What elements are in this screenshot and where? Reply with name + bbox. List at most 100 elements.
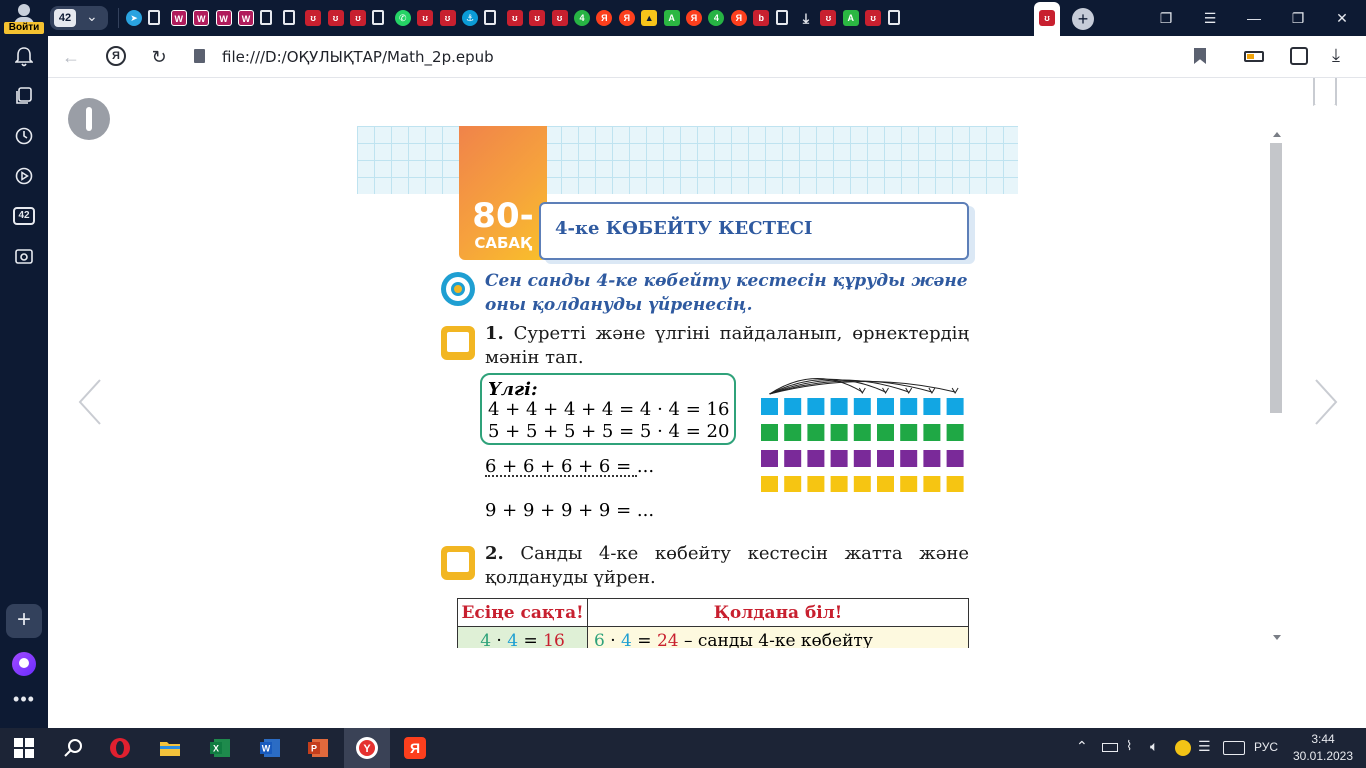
arrow-head (928, 387, 936, 394)
red-tab-icon[interactable]: ʊ (327, 10, 344, 26)
pink-tab-icon[interactable]: W (193, 10, 210, 26)
screenshot-icon[interactable] (13, 245, 35, 267)
doc-tab-icon[interactable] (775, 10, 788, 25)
excel-icon[interactable]: X (208, 736, 232, 760)
windows-start-icon[interactable] (14, 738, 34, 758)
add-panel-button[interactable]: + (6, 604, 42, 638)
chevron-up-icon[interactable]: ⌃ (1076, 738, 1088, 755)
clock-time[interactable]: 3:44 (1290, 732, 1356, 746)
minimize-button[interactable]: — (1244, 8, 1264, 28)
video-play-icon[interactable] (13, 165, 35, 187)
doc-tab-icon[interactable] (484, 10, 497, 25)
restore-button[interactable]: ❐ (1288, 8, 1308, 28)
doc-tab-icon[interactable] (282, 10, 295, 25)
doc-tab-icon[interactable] (148, 10, 161, 25)
active-tab[interactable]: ʊ (1034, 2, 1060, 36)
word-icon[interactable]: W (258, 736, 282, 760)
back-button[interactable]: ← (60, 46, 82, 68)
red-tab-icon[interactable]: ʊ (865, 10, 882, 26)
pink-tab-icon[interactable]: W (170, 10, 187, 26)
tabs-overview-icon[interactable]: ❐ (1156, 8, 1176, 28)
page-bookmark-icon[interactable] (1313, 78, 1337, 106)
battery-icon[interactable] (1102, 743, 1118, 752)
pink-tab-icon[interactable]: W (215, 10, 232, 26)
reload-button[interactable]: ↻ (148, 46, 170, 68)
prev-page-arrow[interactable] (76, 378, 104, 426)
yellow-tab-icon[interactable]: ▲ (641, 10, 658, 26)
red-tab-icon[interactable]: ʊ (417, 10, 434, 26)
powerpoint-icon[interactable]: P (306, 736, 330, 760)
red-tab-icon[interactable]: ʊ (350, 10, 366, 26)
expression-1: 6 + 6 + 6 + 6 = ... (485, 456, 655, 477)
file-explorer-icon[interactable] (158, 736, 182, 760)
red-tab-icon[interactable]: ʊ (439, 10, 456, 26)
new-tab-button[interactable]: + (1072, 8, 1094, 30)
extensions-icon[interactable] (1290, 47, 1308, 65)
alice-assistant-icon[interactable] (12, 652, 36, 676)
sample-line-1: 4 + 4 + 4 + 4 = 4 · 4 = 16 (488, 399, 730, 420)
yandex-tab-icon[interactable]: Я (686, 10, 702, 26)
whatsapp-tab-icon[interactable]: ✆ (394, 10, 411, 26)
yandex-browser-icon[interactable]: Y (355, 736, 379, 760)
scrollbar[interactable] (1270, 132, 1282, 644)
url-field[interactable]: file:///D:/ОҚУЛЫҚТАР/Math_2p.epub (188, 42, 1320, 72)
yandex-tab-icon[interactable]: Я (730, 10, 747, 26)
red-tab-icon[interactable]: ʊ (305, 10, 322, 26)
opera-icon[interactable] (108, 736, 132, 760)
keyboard-icon[interactable] (1223, 741, 1245, 755)
multiplication-table: Есіңе сақта! Қолдана біл! 4 · 4 = 16 6 ·… (457, 598, 969, 648)
doc-tab-icon[interactable] (372, 10, 385, 25)
expression-2: 9 + 9 + 9 + 9 = ... (485, 500, 655, 521)
green-tab-icon[interactable]: 4 (708, 10, 725, 26)
block (784, 398, 802, 415)
telegram-tab-icon[interactable]: ➤ (126, 10, 142, 26)
wifi-icon[interactable]: ⌇ (1126, 738, 1132, 754)
close-button[interactable]: ✕ (1332, 8, 1352, 28)
doc-tab-icon[interactable] (260, 10, 273, 25)
shipwheel-tab-icon[interactable]: ⚓ (462, 10, 478, 26)
red-tab-icon[interactable]: ʊ (820, 10, 837, 26)
red-tab-icon[interactable]: ʊ (529, 10, 546, 26)
green-tri-tab-icon[interactable]: A (842, 10, 859, 26)
scroll-up-icon[interactable] (1273, 132, 1281, 137)
block (900, 424, 918, 441)
yandex-home-button[interactable]: Я (106, 46, 126, 66)
clock-date[interactable]: 30.01.2023 (1290, 749, 1356, 763)
language-indicator[interactable]: РУС (1254, 740, 1278, 754)
green-tab-icon[interactable]: 4 (574, 10, 590, 26)
menu-icon[interactable]: ☰ (1200, 8, 1220, 28)
block (761, 476, 778, 492)
reader-menu-button[interactable] (68, 98, 110, 140)
downloads-icon[interactable]: ⤓ (1332, 45, 1340, 66)
scroll-thumb[interactable] (1270, 143, 1282, 413)
yandex-icon[interactable]: Я (403, 736, 427, 760)
yandex-tab-icon[interactable]: Я (596, 10, 613, 26)
red-tab-icon[interactable]: ʊ (506, 10, 523, 26)
more-icon[interactable]: ••• (10, 690, 38, 712)
search-icon[interactable] (62, 736, 86, 760)
security-icon[interactable] (1175, 740, 1191, 756)
doc-tab-icon[interactable] (887, 10, 900, 25)
notification-center-icon[interactable]: ☰ (1198, 738, 1211, 755)
next-page-arrow[interactable] (1312, 378, 1340, 426)
book-page: 80- САБАҚ 4-ке КӨБЕЙТУ КЕСТЕСІ Сен санды… (357, 126, 1018, 648)
tabs-count-icon[interactable]: 42 (13, 207, 35, 225)
red-b-tab-icon[interactable]: b (753, 10, 770, 26)
bell-icon[interactable] (13, 46, 35, 68)
pink-tab-icon[interactable]: W (238, 10, 254, 26)
volume-icon[interactable]: 🔈︎ (1150, 738, 1158, 755)
download-tab-icon[interactable]: ⤓ (798, 10, 814, 26)
history-icon[interactable] (13, 125, 35, 147)
svg-text:Y: Y (363, 743, 371, 755)
profile-button[interactable]: Войти (4, 2, 44, 34)
battery-saver-icon[interactable] (1244, 51, 1264, 62)
green-tri-tab-icon[interactable]: A (663, 10, 680, 26)
collections-icon[interactable] (13, 85, 35, 107)
jump-arcs (769, 378, 959, 395)
red-tab-icon[interactable]: ʊ (551, 10, 568, 26)
tab-counter-button[interactable]: 42 ⌄ (50, 6, 108, 30)
svg-text:Я: Я (410, 740, 420, 756)
yandex-tab-icon[interactable]: Я (618, 10, 635, 26)
scroll-down-icon[interactable] (1273, 635, 1281, 640)
block (807, 476, 825, 492)
